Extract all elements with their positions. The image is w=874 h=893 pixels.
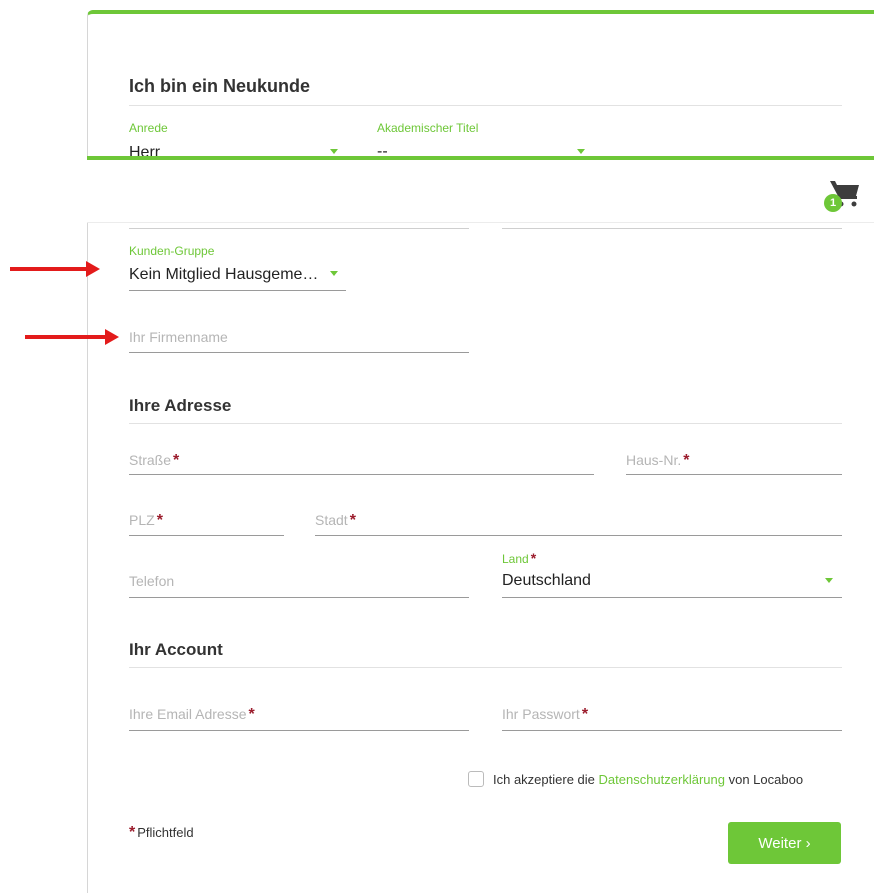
required-field-text: Pflichtfeld xyxy=(137,825,194,840)
house-number-underline xyxy=(626,474,842,475)
required-star: * xyxy=(581,706,589,723)
street-placeholder: Straße xyxy=(129,452,172,468)
required-star: * xyxy=(129,824,136,841)
chevron-down-icon xyxy=(330,271,338,276)
chevron-down-icon xyxy=(330,149,338,154)
address-divider xyxy=(129,423,842,424)
chevron-down-icon xyxy=(577,149,585,154)
country-label-text: Land xyxy=(502,552,529,566)
city-input[interactable]: Stadt * xyxy=(315,512,356,530)
annotation-arrow-shaft xyxy=(10,267,86,271)
company-underline xyxy=(129,352,469,353)
email-underline xyxy=(129,730,469,731)
zip-underline xyxy=(129,535,284,536)
cart-count-badge: 1 xyxy=(824,194,842,212)
password-placeholder: Ihr Passwort xyxy=(502,706,580,722)
street-input[interactable]: Straße * xyxy=(129,452,179,470)
consent-suffix: von Locaboo xyxy=(724,772,804,787)
password-underline xyxy=(502,730,842,731)
country-select[interactable]: Deutschland xyxy=(502,572,591,590)
country-underline xyxy=(502,597,842,598)
account-heading: Ihr Account xyxy=(129,640,223,659)
customer-group-select[interactable]: Kein Mitglied Hausgeme… xyxy=(129,266,318,284)
required-star: * xyxy=(530,550,537,566)
annotation-arrow-shaft xyxy=(25,335,105,339)
chevron-down-icon xyxy=(825,578,833,583)
city-placeholder: Stadt xyxy=(315,512,348,528)
sticky-header xyxy=(87,160,874,223)
cart-button[interactable]: 1 xyxy=(824,178,862,214)
zip-placeholder: PLZ xyxy=(129,512,155,528)
customer-group-label: Kunden-Gruppe xyxy=(129,244,215,258)
hidden-field-underline xyxy=(129,228,469,229)
company-input[interactable]: Ihr Firmenname xyxy=(129,329,228,345)
required-field-note: * Pflichtfeld xyxy=(129,824,194,842)
phone-input[interactable]: Telefon xyxy=(129,573,174,589)
consent-prefix: Ich akzeptiere die xyxy=(493,772,599,787)
customer-group-underline xyxy=(129,290,346,291)
house-number-placeholder: Haus-Nr. xyxy=(626,452,682,468)
country-label: Land * xyxy=(502,550,536,566)
required-star: * xyxy=(248,706,255,723)
heading-divider xyxy=(129,105,842,106)
zip-input[interactable]: PLZ * xyxy=(129,512,163,530)
required-star: * xyxy=(683,452,690,469)
phone-underline xyxy=(129,597,469,598)
annotation-arrow-icon xyxy=(105,329,119,345)
email-input[interactable]: Ihre Email Adresse * xyxy=(129,706,255,724)
privacy-policy-link[interactable]: Datenschutzerklärung xyxy=(599,772,725,787)
house-number-input[interactable]: Haus-Nr. * xyxy=(626,452,689,470)
required-star: * xyxy=(173,452,180,469)
hidden-field-underline xyxy=(502,228,842,229)
next-button[interactable]: Weiter › xyxy=(728,822,841,864)
salutation-label: Anrede xyxy=(129,121,168,135)
required-star: * xyxy=(156,512,163,529)
annotation-arrow-icon xyxy=(86,261,100,277)
email-placeholder: Ihre Email Adresse xyxy=(129,706,247,722)
street-underline xyxy=(129,474,594,475)
account-divider xyxy=(129,667,842,668)
form-panel xyxy=(87,10,874,893)
city-underline xyxy=(315,535,842,536)
required-star: * xyxy=(349,512,356,529)
privacy-consent-label: Ich akzeptiere die Datenschutzerklärung … xyxy=(493,772,803,787)
password-input[interactable]: Ihr Passwort * xyxy=(502,706,588,724)
new-customer-heading: Ich bin ein Neukunde xyxy=(129,76,311,96)
address-heading: Ihre Adresse xyxy=(129,396,232,415)
privacy-consent-checkbox[interactable] xyxy=(468,771,484,787)
academic-title-label: Akademischer Titel xyxy=(377,121,479,135)
